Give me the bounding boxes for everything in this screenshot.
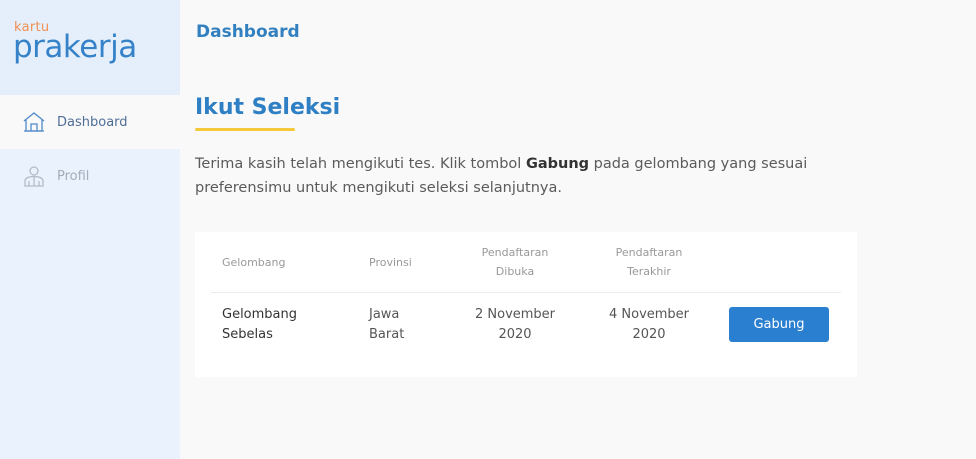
sidebar-item-profil[interactable]: Profil bbox=[0, 149, 180, 203]
table-divider bbox=[211, 292, 841, 293]
sidebar-item-label: Profil bbox=[57, 168, 90, 184]
selection-table: Gelombang Provinsi Pendaftaran Dibuka Pe… bbox=[195, 232, 857, 377]
logo-text-big: prakerja bbox=[13, 29, 137, 65]
sidebar-item-dashboard[interactable]: Dashboard bbox=[0, 95, 180, 149]
cell-gelombang: Gelombang Sebelas bbox=[222, 307, 298, 342]
column-header-gelombang: Gelombang bbox=[222, 256, 286, 269]
brand-logo[interactable]: kartu prakerja bbox=[0, 0, 180, 95]
page-title: Ikut Seleksi bbox=[195, 95, 341, 120]
header-title: Dashboard bbox=[196, 22, 300, 42]
page-description: Terima kasih telah mengikuti tes. Klik t… bbox=[195, 152, 835, 200]
column-header-terakhir: Pendaftaran Terakhir bbox=[615, 246, 683, 278]
desc-text-before: Terima kasih telah mengikuti tes. Klik t… bbox=[195, 156, 526, 172]
desc-text-bold: Gabung bbox=[525, 156, 590, 172]
column-header-dibuka: Pendaftaran Dibuka bbox=[481, 246, 549, 278]
column-header-provinsi: Provinsi bbox=[369, 256, 412, 269]
home-icon bbox=[22, 110, 46, 134]
user-icon bbox=[22, 164, 46, 188]
cell-terakhir: 4 November 2020 bbox=[608, 307, 690, 342]
title-underline bbox=[195, 128, 295, 131]
join-button[interactable]: Gabung bbox=[729, 307, 829, 342]
cell-provinsi: Jawa Barat bbox=[369, 307, 405, 342]
cell-dibuka: 2 November 2020 bbox=[474, 307, 556, 342]
sidebar-item-label: Dashboard bbox=[57, 114, 128, 130]
sidebar: kartu prakerja Dashboard Profil bbox=[0, 0, 180, 459]
